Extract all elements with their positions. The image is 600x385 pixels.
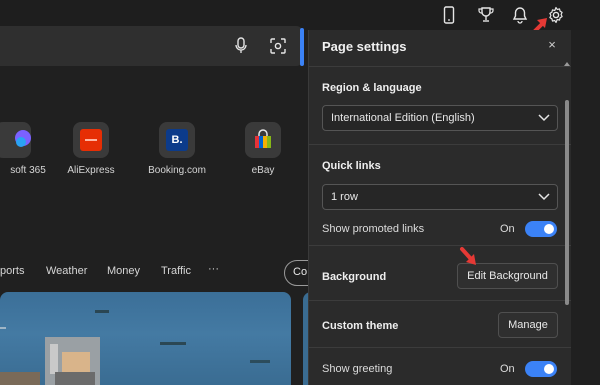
scroll-up-icon[interactable] (564, 62, 570, 66)
quick-link-booking[interactable]: B. Booking.com (142, 122, 212, 176)
panel-scrollbar[interactable] (563, 60, 571, 385)
close-icon[interactable]: × (543, 36, 561, 54)
ebay-icon (245, 122, 281, 158)
promoted-links-toggle[interactable] (525, 221, 557, 237)
nav-more-button[interactable]: ··· (208, 263, 219, 275)
custom-theme-label: Custom theme (322, 320, 399, 332)
quick-links-value: 1 row (331, 191, 358, 203)
divider (309, 300, 571, 301)
quick-link-label: Booking.com (148, 165, 206, 176)
page-settings-panel: Page settings × Region & language Intern… (308, 30, 571, 385)
quick-link-aliexpress[interactable]: AliExpress (56, 122, 126, 176)
nav-item-money[interactable]: Money (107, 265, 140, 277)
feed-image[interactable] (0, 292, 291, 385)
quick-link-label: AliExpress (67, 165, 115, 176)
chevron-down-icon (538, 114, 550, 122)
show-greeting-toggle[interactable] (525, 361, 557, 377)
divider (309, 347, 571, 348)
quick-links-label: Quick links (322, 160, 381, 172)
divider (309, 144, 571, 145)
divider (309, 66, 571, 67)
promoted-links-label: Show promoted links (322, 223, 425, 235)
toggle-knob (544, 364, 554, 374)
nav-item-sports[interactable]: ports (0, 265, 24, 277)
scroll-thumb[interactable] (565, 100, 569, 305)
microphone-icon[interactable] (230, 35, 252, 57)
booking-icon: B. (159, 122, 195, 158)
panel-header: Page settings × (309, 30, 571, 64)
quick-links-select[interactable]: 1 row (322, 184, 558, 210)
search-bar[interactable] (0, 26, 304, 66)
show-greeting-label: Show greeting (322, 363, 393, 375)
region-language-value: International Edition (English) (331, 112, 475, 124)
quick-link-label: eBay (251, 165, 275, 176)
focus-edge (300, 28, 304, 66)
visual-search-icon[interactable] (267, 35, 289, 57)
panel-title: Page settings (322, 39, 407, 54)
background-label: Background (322, 271, 387, 283)
trophy-icon[interactable] (475, 4, 497, 26)
nav-item-traffic[interactable]: Traffic (161, 265, 191, 277)
nav-item-weather[interactable]: Weather (46, 265, 87, 277)
microsoft365-icon (0, 122, 31, 158)
show-greeting-state: On (500, 363, 515, 375)
divider (309, 245, 571, 246)
quick-link-ebay[interactable]: eBay (228, 122, 298, 176)
quick-link-microsoft365[interactable]: soft 365 (0, 122, 48, 176)
toggle-knob (544, 224, 554, 234)
annotation-arrow-icon (460, 247, 476, 265)
phone-icon[interactable] (438, 4, 460, 26)
promoted-links-state: On (500, 223, 515, 235)
aliexpress-icon (73, 122, 109, 158)
chevron-down-icon (538, 193, 550, 201)
region-language-label: Region & language (322, 82, 422, 94)
quick-link-label: soft 365 (10, 165, 46, 176)
region-language-select[interactable]: International Edition (English) (322, 105, 558, 131)
manage-button[interactable]: Manage (498, 312, 558, 338)
